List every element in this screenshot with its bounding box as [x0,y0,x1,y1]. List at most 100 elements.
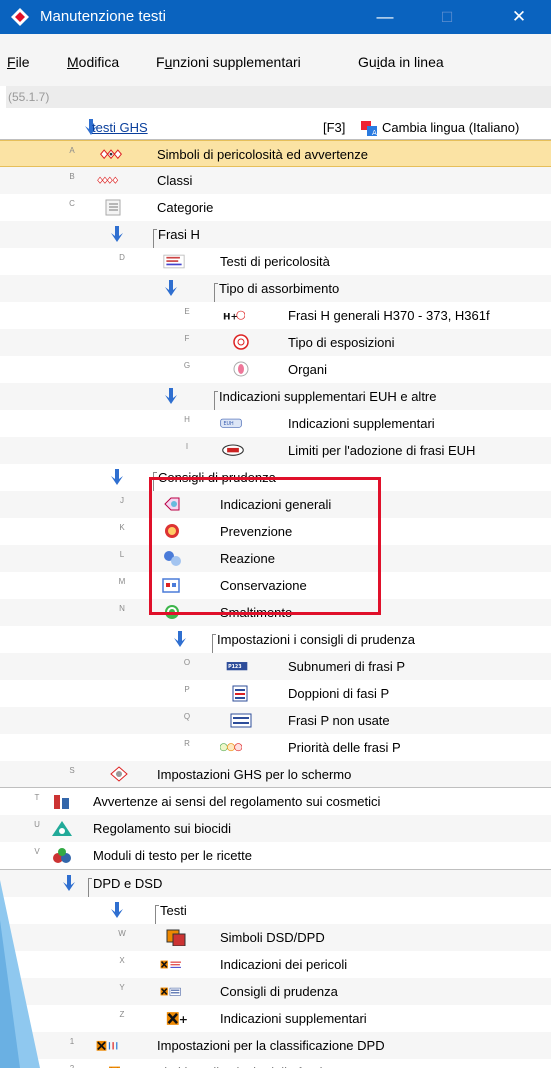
tree-item-label: Impostazioni i consigli di prudenza [217,632,415,647]
shortcut-key: R [184,739,190,748]
expand-arrow-icon[interactable] [162,386,180,406]
svg-text:EUH: EUH [223,421,234,427]
shortcut-label: [F3] [323,120,346,135]
tree-connector [212,634,216,635]
shortcut-key: T [34,793,40,802]
tree-connector [214,391,218,392]
tree-item[interactable]: G Organi [0,356,551,383]
tree-item-label: Simboli di pericolosità ed avvertenze [157,147,368,162]
tree-item[interactable]: T Avvertenze ai sensi del regolamento sui… [0,788,551,815]
expand-arrow-icon[interactable] [60,873,78,893]
tree-item[interactable]: E H+ Frasi H generali H370 - 373, H361f [0,302,551,329]
expand-arrow-icon[interactable] [162,278,180,298]
tree-item-label: Tipo di assorbimento [219,281,340,296]
separator-line [0,139,551,140]
shortcut-key: Y [119,983,125,992]
expand-arrow-icon[interactable] [108,900,126,920]
dsd-precaution-icon [160,987,181,996]
tree-item-label: Regolamento sui biocidi [93,821,232,836]
tree-item-label: Categorie [157,200,214,215]
dpd-classification-icon [96,1040,118,1051]
ghs-pictograms-icon [100,149,122,160]
tree-item[interactable]: R Priorità delle frasi P [0,734,551,761]
tree-group-header[interactable]: DPD e DSD [0,870,551,897]
tree-item[interactable]: X Indicazioni dei pericoli [0,951,551,978]
tree-group-header[interactable]: Tipo di assorbimento [0,275,551,302]
tree-item-label: Moduli di testo per le ricette [93,848,252,863]
shortcut-key: O [183,658,191,667]
testi-ghs-link[interactable]: testi GHS [92,120,148,135]
menu-modifica[interactable]: Modifica [67,54,119,70]
tree-connector [88,878,92,879]
close-button[interactable]: ✕ [496,0,542,34]
organs-icon [233,361,249,377]
tree-item[interactable]: 1 Impostazioni per la classificazione DPD [0,1032,551,1059]
tree-connector [214,283,215,302]
tree-header: testi GHS [F3] A Cambia lingua (Italiano… [0,114,551,140]
svg-text:P123: P123 [228,664,242,670]
tree-group-header[interactable]: Indicazioni supplementari EUH e altre [0,383,551,410]
tree-item-label: Doppioni di fasi P [288,686,390,701]
tree-item-label: Impostazioni GHS per lo schermo [157,767,352,782]
tree-item-label: Limiti per l'adozione di frasi EUH [288,443,476,458]
shortcut-key: Q [183,712,191,721]
ghs-screen-settings-icon [110,766,128,782]
minimize-button[interactable]: — [362,0,408,34]
expand-arrow-icon[interactable] [108,467,126,487]
tree-item[interactable]: H EUH Indicazioni supplementari [0,410,551,437]
tree-item-label: Testi di pericolosità [220,254,330,269]
highlight-box [149,477,381,615]
tree-item-label: Tipo di esposizioni [288,335,395,350]
h-plus-organs-icon: H+ [223,310,245,322]
danger-indications-icon [160,960,181,969]
window-title: Manutenzione testi [40,8,166,25]
menu-funzioni-supplementari[interactable]: Funzioni supplementari [156,54,301,70]
separator-line [0,787,551,788]
menu-guida-in-linea[interactable]: Guida in linea [358,54,444,70]
dsd-supplementary-icon: + [166,1012,188,1026]
tree-item[interactable]: V Moduli di testo per le ricette [0,842,551,869]
tree-item[interactable]: C Categorie [0,194,551,221]
shortcut-key: 1 [69,1037,75,1046]
svg-text:+: + [179,1013,188,1026]
tree-group-header[interactable]: Testi [0,897,551,924]
tree-connector [155,905,159,906]
shortcut-key: N [119,604,125,613]
tree-item[interactable]: W Simboli DSD/DPD [0,924,551,951]
shortcut-key: L [119,550,125,559]
p-priority-icon [220,743,242,752]
tree-item[interactable]: U Regolamento sui biocidi [0,815,551,842]
tree-item-label: Priorità delle frasi P [288,740,401,755]
tree-item[interactable]: Z + Indicazioni supplementari [0,1005,551,1032]
tree-item[interactable]: B Classi [0,167,551,194]
tree-item-label: Impostazioni per la classificazione DPD [157,1038,385,1053]
shortcut-key: G [183,361,191,370]
categories-icon [105,199,121,216]
tree-connector [214,283,218,284]
tree-item-label: Simboli DSD/DPD [220,930,325,945]
tree-item[interactable]: 2Limiti per il calcolo delle frasi R e S [0,1059,551,1068]
shortcut-key: 2 [65,1064,79,1068]
menu-file[interactable]: File [7,54,30,70]
shortcut-key: U [34,820,40,829]
tree-item[interactable]: Y Consigli di prudenza [0,978,551,1005]
tree-item[interactable]: F Tipo di esposizioni [0,329,551,356]
tree-item[interactable]: Q Frasi P non usate [0,707,551,734]
tree-item[interactable]: I Limiti per l'adozione di frasi EUH [0,437,551,464]
tree-connector [153,229,157,230]
tree-item[interactable]: O P123 Subnumeri di frasi P [0,653,551,680]
change-language-button[interactable]: Cambia lingua (Italiano) [382,120,519,135]
tree-item-label: Testi [160,903,187,918]
expand-arrow-icon[interactable] [108,224,126,244]
tree-connector [212,634,213,653]
tree-item[interactable]: S Impostazioni GHS per lo schermo [0,761,551,788]
tree-group-header[interactable]: Impostazioni i consigli di prudenza [0,626,551,653]
expand-arrow-icon[interactable] [171,629,189,649]
maximize-button[interactable]: ☐ [424,0,470,34]
tree-item[interactable]: D Testi di pericolosità [0,248,551,275]
tree-item[interactable]: P Doppioni di fasi P [0,680,551,707]
separator-line [0,869,551,870]
tree-group-header[interactable]: Frasi H [0,221,551,248]
dsd-symbols-icon [166,929,186,946]
tree-item[interactable]: A Simboli di pericolosità ed avvertenze [0,140,551,167]
